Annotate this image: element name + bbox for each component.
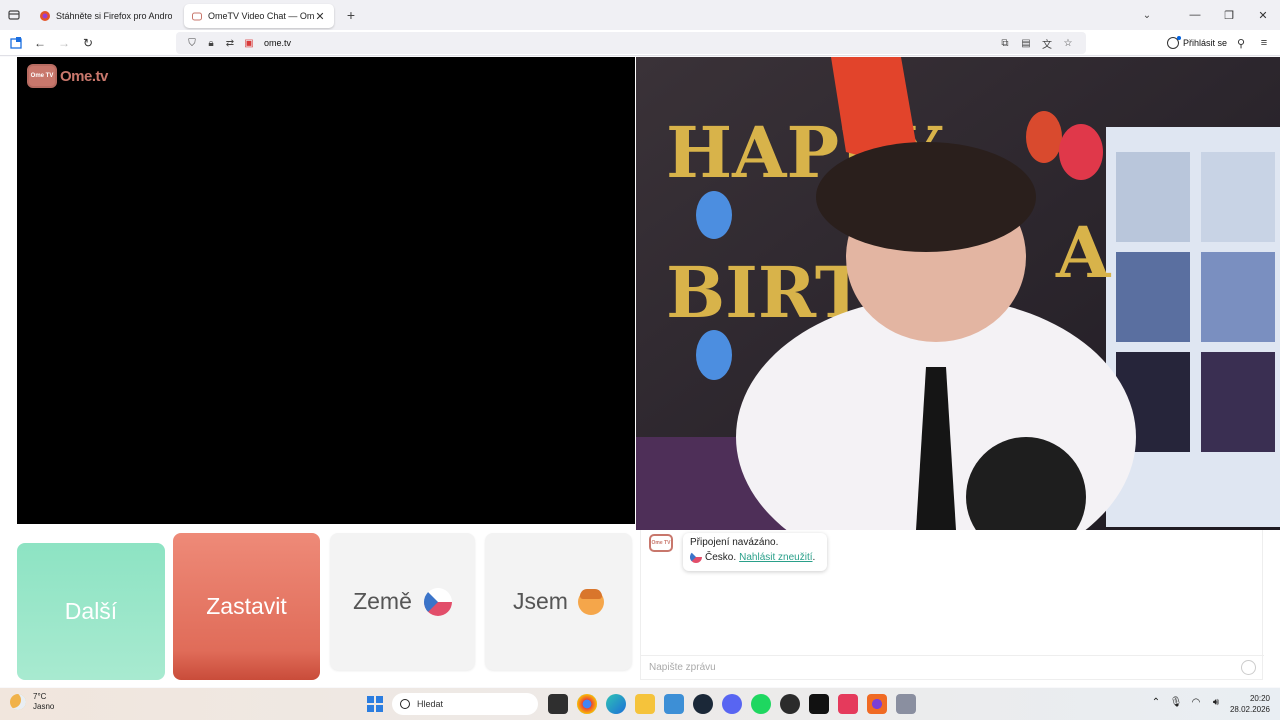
next-button[interactable]: Další [17, 543, 165, 680]
obs-icon[interactable] [779, 694, 800, 714]
czech-flag-icon [690, 551, 702, 563]
navigation-toolbar: ← → ↻ ⛉ 🔒︎ ⇄ ▣ ome.tv ⧉ ▤ 文 ☆ Přihlásit … [0, 30, 1280, 56]
weather-temp: 7°C [33, 692, 47, 701]
partner-country: Česko. [705, 551, 737, 563]
ometv-page: Ome TV Ome.tv HAPPY BIRT A Další Zastavi… [0, 57, 1280, 687]
translate-icon[interactable]: 文 [1038, 35, 1056, 51]
firefox-favicon-icon [40, 11, 50, 21]
edge-icon[interactable] [605, 694, 626, 714]
firefox-icon[interactable] [866, 694, 887, 714]
search-label: Hledat [417, 699, 444, 709]
picture-in-picture-icon[interactable]: ⧉ [996, 35, 1014, 51]
tab-ometv[interactable]: OmeTV Video Chat — Omegle ✕ [184, 4, 334, 28]
chat-panel: Ome TV Připojení navázáno. Česko. Nahlás… [640, 530, 1264, 680]
settings-icon[interactable] [895, 694, 916, 714]
task-view-icon[interactable] [547, 694, 568, 714]
local-video: Ome TV Ome.tv [17, 57, 635, 524]
steam-icon[interactable] [692, 694, 713, 714]
system-message: Připojení navázáno. Česko. Nahlásit zneu… [683, 533, 827, 571]
connection-status: Připojení navázáno. [690, 537, 779, 548]
next-label: Další [64, 598, 118, 624]
tab-list-icon[interactable] [0, 0, 28, 30]
gender-label: Jsem [513, 588, 568, 614]
permissions-icon[interactable]: ⇄ [222, 35, 238, 51]
extensions-icon[interactable]: ⚲ [1232, 34, 1250, 52]
notepad-icon[interactable] [663, 694, 684, 714]
volume-icon[interactable]: 🔊︎ [1206, 697, 1226, 708]
close-tab-icon[interactable]: ✕ [314, 10, 326, 23]
report-suffix: . [812, 551, 816, 563]
search-icon [400, 699, 410, 709]
file-explorer-icon[interactable] [634, 694, 655, 714]
emoji-icon[interactable] [1241, 660, 1256, 675]
chevron-down-icon[interactable]: ⌄ [1138, 6, 1156, 24]
restore-icon[interactable]: ❐ [1212, 0, 1246, 30]
menu-icon[interactable]: ≡ [1255, 34, 1273, 52]
reader-view-icon[interactable]: ▤ [1017, 35, 1035, 51]
tab-strip: Stáhněte si Firefox pro Android OmeTV Vi… [0, 0, 1280, 30]
country-label: Země [353, 588, 412, 614]
stop-label: Zastavit [206, 593, 287, 619]
minimize-icon[interactable]: — [1178, 0, 1212, 30]
tiktok-icon[interactable] [837, 694, 858, 714]
taskbar-search[interactable]: Hledat [392, 693, 538, 715]
moon-icon [10, 694, 26, 710]
spotify-icon[interactable] [750, 694, 771, 714]
ometv-favicon-icon [192, 11, 202, 21]
weather-widget[interactable]: 7°C Jasno [10, 692, 54, 712]
clock-time: 20:20 [1249, 694, 1270, 703]
account-icon [1167, 36, 1181, 49]
svg-text:A: A [1055, 211, 1112, 294]
boy-emoji-icon [577, 588, 604, 615]
forward-icon[interactable]: → [52, 32, 76, 54]
tab-title: OmeTV Video Chat — Omegle [208, 11, 314, 21]
logo-text: Ome.tv [60, 67, 108, 85]
weather-desc: Jasno [33, 702, 55, 711]
tab-title: Stáhněte si Firefox pro Android [56, 11, 172, 21]
system-clock[interactable]: 20:20 28.02.2026 [1230, 693, 1270, 715]
close-window-icon[interactable]: ✕ [1246, 0, 1280, 30]
report-abuse-link[interactable]: Nahlásit zneužití [739, 552, 812, 563]
shield-icon[interactable]: ⛉ [184, 35, 200, 51]
windows-taskbar: 7°C Jasno Hledat ⌃ 🎙︎ ◠ 🔊︎ 20:20 28.02.2… [0, 688, 1280, 720]
signin-label: Přihlásit se [1183, 38, 1228, 48]
stop-button[interactable]: Zastavit [173, 533, 320, 680]
lock-icon[interactable]: 🔒︎ [203, 35, 219, 51]
ometv-logo: Ome TV Ome.tv [27, 64, 108, 88]
capcut-icon[interactable] [808, 694, 829, 714]
signin-button[interactable]: Přihlásit se [1163, 34, 1231, 52]
sidebar-toggle-icon[interactable] [4, 32, 28, 54]
ometv-chat-logo: Ome TV [649, 534, 673, 552]
reload-icon[interactable]: ↻ [76, 32, 100, 54]
url-text[interactable]: ome.tv [264, 38, 291, 48]
remote-video: HAPPY BIRT A [636, 57, 1280, 530]
microphone-icon[interactable]: 🎙︎ [1166, 697, 1186, 708]
chevron-up-icon[interactable]: ⌃ [1146, 697, 1166, 708]
url-bar[interactable]: ⛉ 🔒︎ ⇄ ▣ ome.tv ⧉ ▤ 文 ☆ [176, 32, 1086, 54]
message-input[interactable]: Napište zprávu [641, 655, 1264, 679]
country-button[interactable]: Země [330, 533, 475, 670]
chrome-icon[interactable] [576, 694, 597, 714]
message-placeholder: Napište zprávu [649, 662, 716, 673]
czech-flag-icon [423, 587, 452, 616]
logo-badge: Ome TV [27, 64, 57, 88]
remote-video-frame: HAPPY BIRT A [636, 57, 1280, 530]
wifi-icon[interactable]: ◠ [1186, 697, 1206, 708]
gender-button[interactable]: Jsem [485, 533, 632, 670]
tab-firefox-android[interactable]: Stáhněte si Firefox pro Android [32, 4, 180, 28]
windows-start-icon[interactable] [367, 696, 383, 712]
new-tab-icon[interactable]: + [340, 4, 362, 26]
bookmark-star-icon[interactable]: ☆ [1059, 35, 1077, 51]
discord-icon[interactable] [721, 694, 742, 714]
clock-date: 28.02.2026 [1229, 705, 1270, 714]
back-icon[interactable]: ← [28, 32, 52, 54]
camera-sharing-icon[interactable]: ▣ [241, 35, 257, 51]
